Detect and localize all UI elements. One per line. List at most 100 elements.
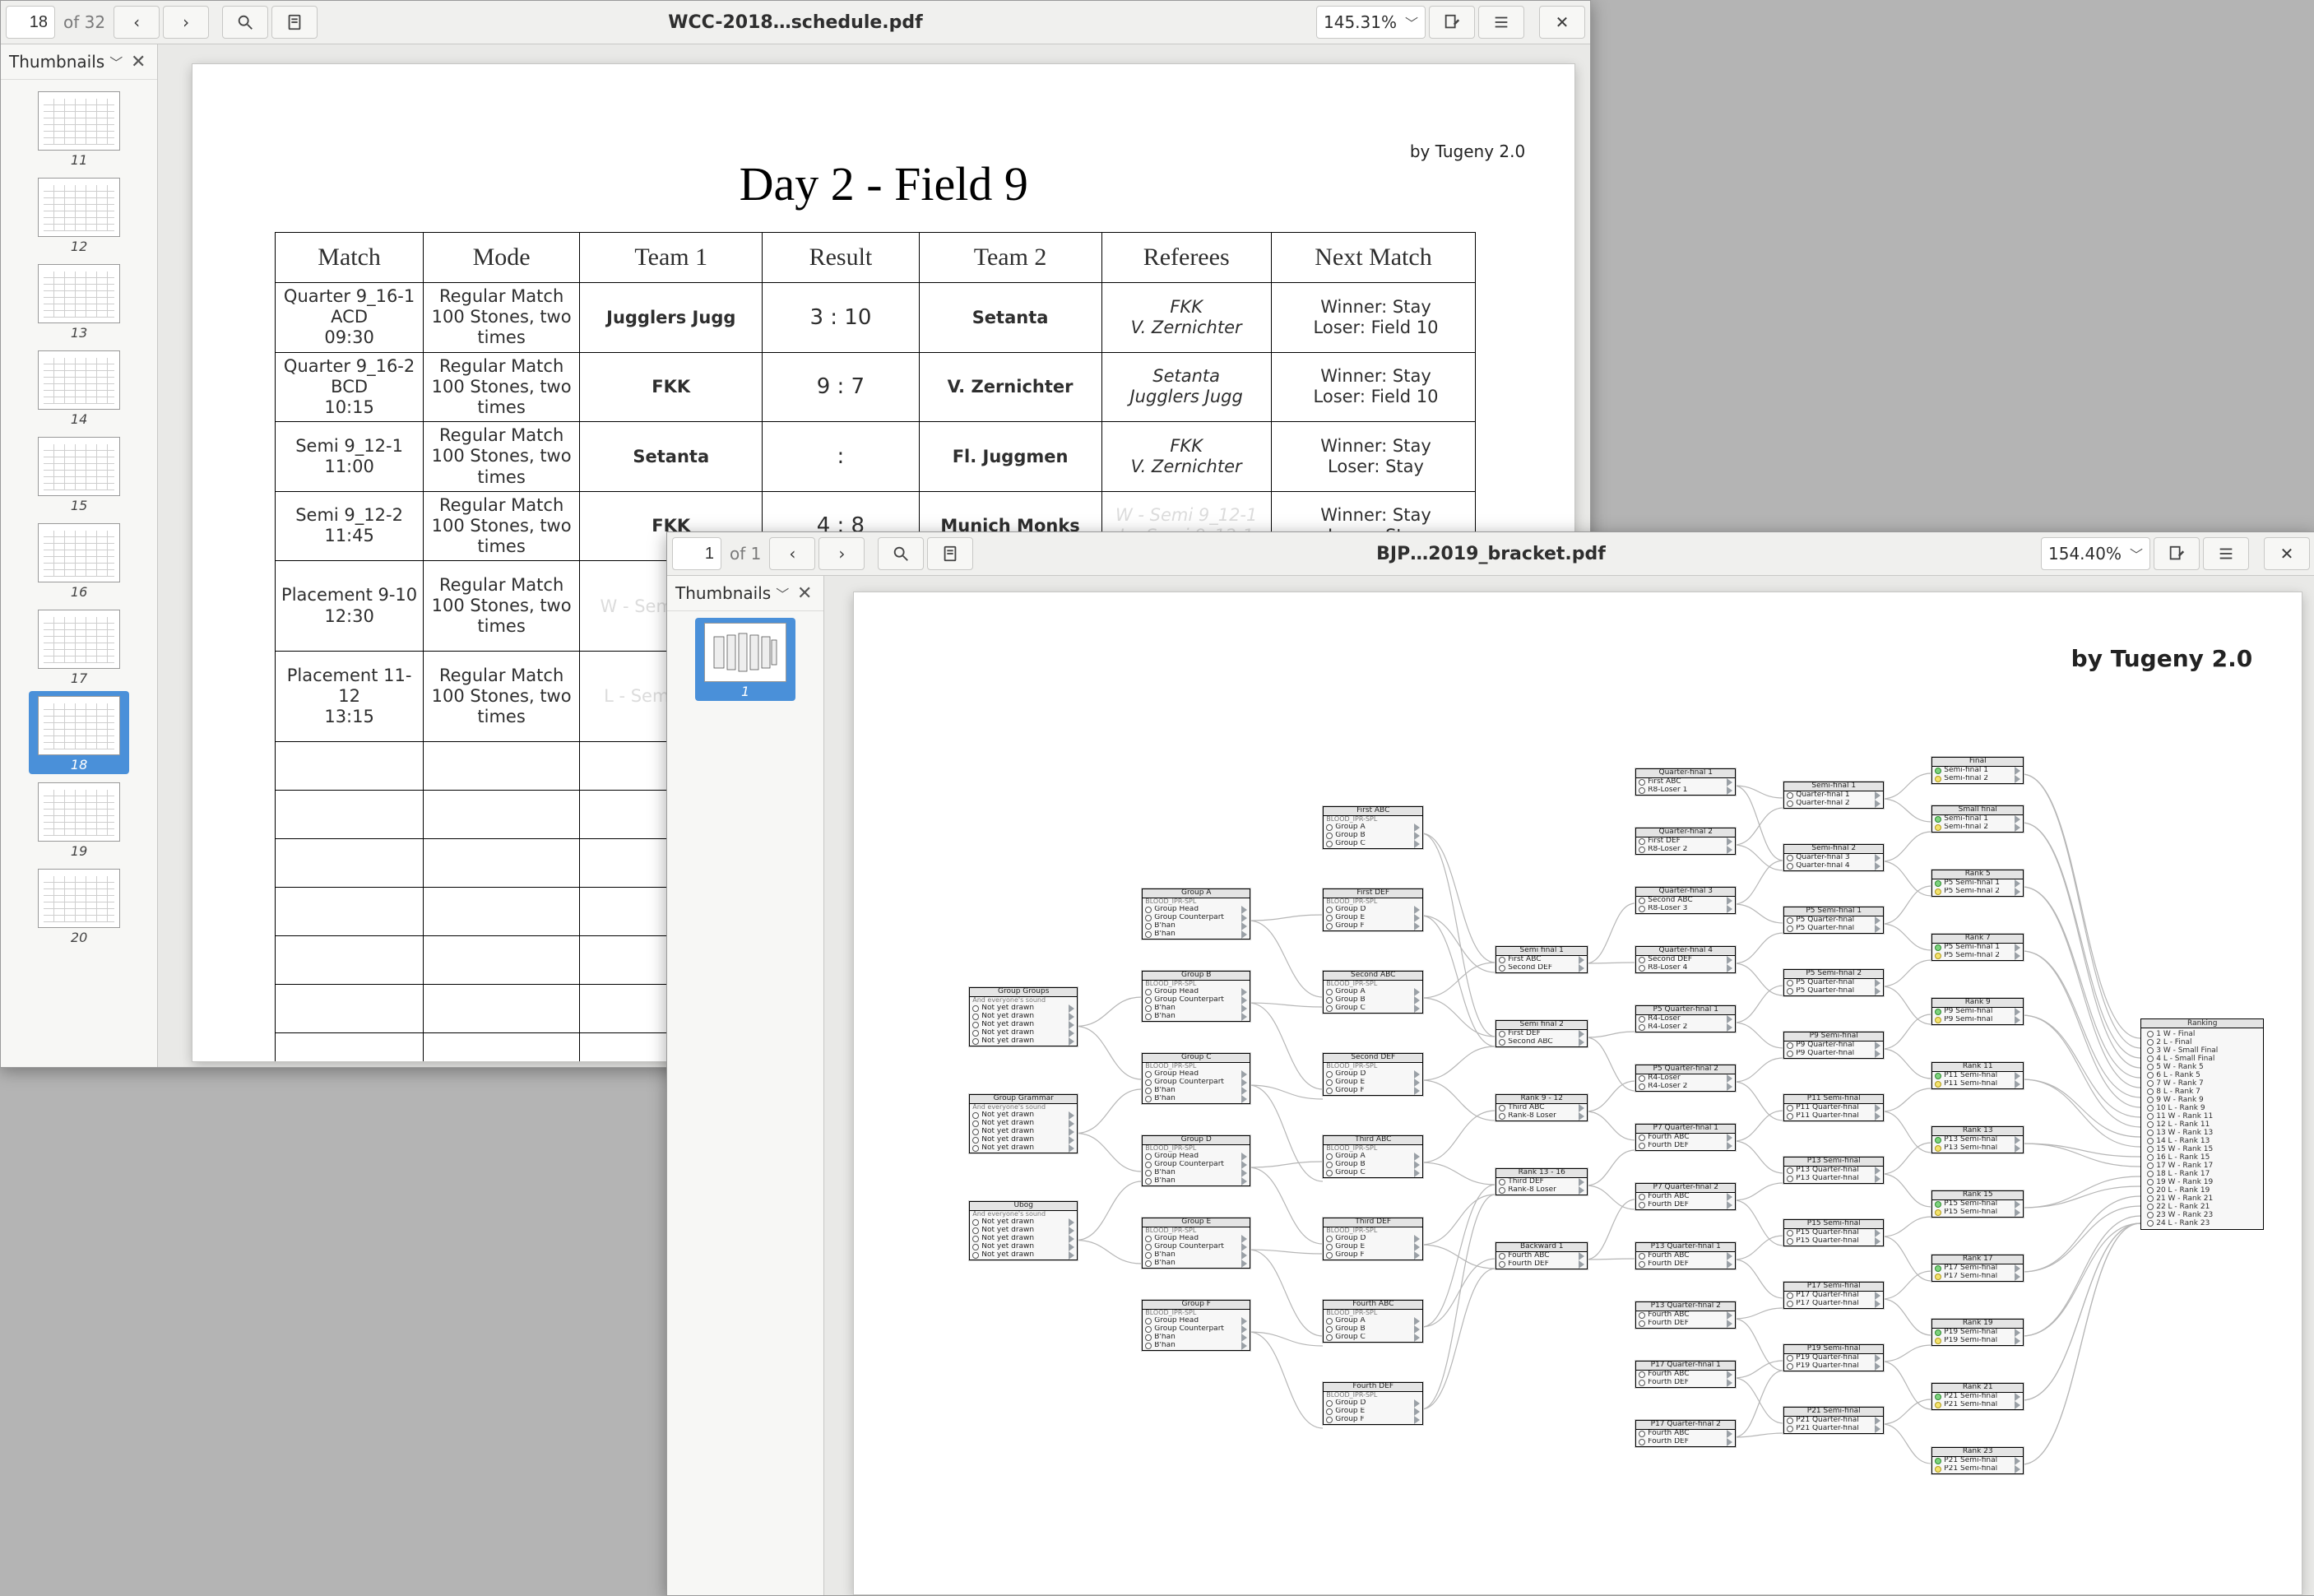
arrow-icon bbox=[1875, 1237, 1880, 1246]
thumbnail[interactable]: 16 bbox=[29, 518, 129, 601]
arrow-icon bbox=[1414, 922, 1420, 930]
thumbnail-label: 17 bbox=[71, 670, 87, 686]
page-number-input[interactable] bbox=[6, 6, 55, 39]
arrow-icon bbox=[1875, 1229, 1880, 1237]
bracket-node: Semi final 1First ABCSecond DEF bbox=[1496, 946, 1588, 973]
column-header: Mode bbox=[423, 233, 579, 283]
cell-mode: Regular Match100 Stones, two times bbox=[423, 652, 579, 742]
node-row: Second DEF bbox=[1496, 964, 1587, 972]
cell-mode: Regular Match100 Stones, two times bbox=[423, 422, 579, 492]
close-button[interactable]: ✕ bbox=[2264, 537, 2310, 570]
thumbnails-list[interactable]: 1 bbox=[667, 611, 823, 1595]
bracket-node: P17 Semi-finalP17 Quarter-finalP17 Quart… bbox=[1783, 1282, 1884, 1309]
thumbnail[interactable]: 1 bbox=[695, 618, 795, 701]
arrow-icon bbox=[1241, 1087, 1247, 1095]
thumbnail[interactable]: 11 bbox=[29, 86, 129, 169]
ranking-row: 20 L - Rank 19 bbox=[2145, 1186, 2260, 1195]
zoom-value: 154.40% bbox=[2048, 544, 2122, 564]
arrow-icon bbox=[1875, 1425, 1880, 1433]
thumbnail[interactable]: 14 bbox=[29, 346, 129, 429]
node-row: Not yet drawn bbox=[970, 1218, 1077, 1227]
sidebar-mode-dropdown[interactable]: Thumbnails ﹀ ✕ bbox=[1, 44, 157, 80]
node-row: First ABC bbox=[1496, 956, 1587, 964]
arrow-icon bbox=[1727, 846, 1732, 854]
arrow-icon bbox=[2015, 952, 2020, 960]
arrow-icon bbox=[1241, 1334, 1247, 1342]
node-row: B'han bbox=[1143, 1260, 1250, 1268]
thumbnail[interactable]: 18 bbox=[29, 691, 129, 774]
node-subheader: BLOOD_IPR-SPL bbox=[1143, 1310, 1250, 1317]
thumbnail[interactable]: 12 bbox=[29, 173, 129, 256]
zoom-dropdown[interactable]: 145.31% ﹀ bbox=[1316, 6, 1426, 39]
cell-team1: Setanta bbox=[580, 422, 763, 492]
cell-result: 3 : 10 bbox=[763, 283, 919, 353]
arrow-icon bbox=[1414, 1169, 1420, 1177]
arrow-icon bbox=[1875, 1292, 1880, 1300]
cell-result: 9 : 7 bbox=[763, 352, 919, 422]
select-tool-button[interactable] bbox=[271, 6, 318, 39]
arrow-icon bbox=[1241, 1169, 1247, 1177]
node-header: Quarter-final 4 bbox=[1636, 947, 1735, 956]
node-row: B'han bbox=[1143, 930, 1250, 939]
next-page-button[interactable]: › bbox=[818, 537, 865, 570]
thumbnail[interactable]: 17 bbox=[29, 605, 129, 688]
node-header: Small final bbox=[1932, 806, 2023, 815]
node-header: Semi-final 1 bbox=[1784, 782, 1883, 791]
next-page-button[interactable]: › bbox=[163, 6, 209, 39]
thumbnail[interactable]: 13 bbox=[29, 259, 129, 342]
menu-button[interactable] bbox=[2203, 537, 2249, 570]
sidebar: Thumbnails ﹀ ✕ bbox=[667, 576, 824, 1595]
arrow-icon bbox=[1579, 1252, 1584, 1260]
annotate-button[interactable] bbox=[1429, 6, 1475, 39]
bracket-node: First ABCBLOOD_IPR-SPLGroup AGroup BGrou… bbox=[1323, 806, 1423, 849]
sidebar-mode-dropdown[interactable]: Thumbnails ﹀ ✕ bbox=[667, 576, 823, 611]
sidebar-close-button[interactable]: ✕ bbox=[128, 51, 149, 72]
bracket-node: First DEFBLOOD_IPR-SPLGroup DGroup EGrou… bbox=[1323, 888, 1423, 931]
node-row: Group E bbox=[1324, 1408, 1422, 1416]
node-row: Group B bbox=[1324, 996, 1422, 1004]
node-row: P21 Semi-final bbox=[1932, 1457, 2023, 1465]
arrow-icon bbox=[1069, 1218, 1074, 1227]
node-row: Fourth ABC bbox=[1636, 1430, 1735, 1438]
page-number-input[interactable] bbox=[672, 537, 721, 570]
bracket-node: P13 Quarter-final 2Fourth ABCFourth DEF bbox=[1635, 1301, 1736, 1329]
prev-page-button[interactable]: ‹ bbox=[769, 537, 815, 570]
node-row: B'han bbox=[1143, 1087, 1250, 1095]
arrow-icon bbox=[1241, 922, 1247, 930]
arrow-icon bbox=[1069, 1004, 1074, 1013]
arrow-icon bbox=[2015, 775, 2020, 783]
bracket-node: Quarter-final 2First DEFR8-Loser 2 bbox=[1635, 828, 1736, 855]
select-tool-button[interactable] bbox=[927, 537, 973, 570]
arrow-icon bbox=[2015, 1273, 2020, 1281]
arrow-icon bbox=[1727, 1252, 1732, 1260]
node-row: R8-Loser 3 bbox=[1636, 905, 1735, 913]
close-button[interactable]: ✕ bbox=[1539, 6, 1585, 39]
node-row: First ABC bbox=[1636, 778, 1735, 786]
thumbnail[interactable]: 15 bbox=[29, 432, 129, 515]
zoom-dropdown[interactable]: 154.40% ﹀ bbox=[2041, 537, 2150, 570]
prev-page-button[interactable]: ‹ bbox=[114, 6, 160, 39]
annotate-button[interactable] bbox=[2154, 537, 2200, 570]
thumbnail-label: 16 bbox=[71, 584, 87, 600]
search-button[interactable] bbox=[878, 537, 924, 570]
column-header: Next Match bbox=[1271, 233, 1476, 283]
node-row: Fourth DEF bbox=[1636, 1201, 1735, 1209]
node-row: Group Counterpart bbox=[1143, 1243, 1250, 1251]
bracket-node: Rank 23P21 Semi-finalP21 Semi-final bbox=[1931, 1447, 2024, 1474]
search-button[interactable] bbox=[222, 6, 268, 39]
thumbnails-list[interactable]: 11 12 13 14 15 16 17 18 19 20 bbox=[1, 80, 157, 1067]
thumbnail[interactable]: 20 bbox=[29, 864, 129, 947]
page-area[interactable]: by Tugeny 2.0 Ranking 1 W - Final2 L - F… bbox=[824, 576, 2314, 1595]
node-header: Group E bbox=[1143, 1218, 1250, 1227]
thumbnail[interactable]: 19 bbox=[29, 777, 129, 861]
arrow-icon bbox=[1875, 1175, 1880, 1183]
node-row: Third ABC bbox=[1496, 1104, 1587, 1112]
menu-button[interactable] bbox=[1478, 6, 1524, 39]
sidebar-close-button[interactable]: ✕ bbox=[794, 582, 815, 604]
node-header: P19 Semi-final bbox=[1784, 1345, 1883, 1354]
table-row: Semi 9_12-111:00 Regular Match100 Stones… bbox=[276, 422, 1476, 492]
arrow-icon bbox=[1414, 832, 1420, 840]
ranking-row: 2 L - Final bbox=[2145, 1038, 2260, 1046]
column-header: Referees bbox=[1101, 233, 1271, 283]
arrow-icon bbox=[2015, 1016, 2020, 1024]
